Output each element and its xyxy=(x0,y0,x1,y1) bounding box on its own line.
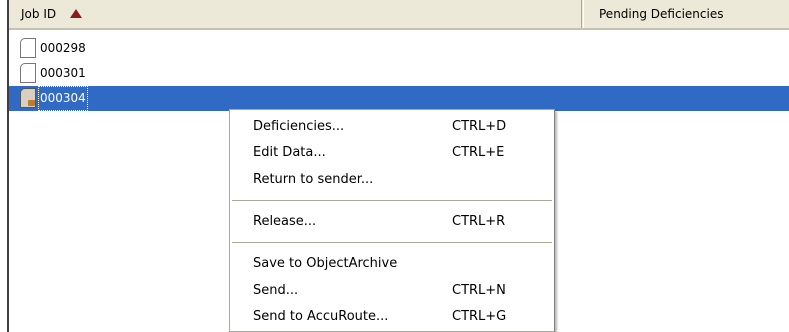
lock-icon xyxy=(28,100,35,106)
menu-item-return-to-sender[interactable]: Return to sender... xyxy=(230,167,554,193)
menu-item-save-to-objectarchive[interactable]: Save to ObjectArchive xyxy=(230,251,554,277)
menu-item-label: Save to ObjectArchive xyxy=(253,256,398,271)
menu-item-release[interactable]: Release... CTRL+R xyxy=(230,209,554,235)
column-header-pending-label: Pending Deficiencies xyxy=(599,7,724,21)
job-rows: 000298 000301 000304 xyxy=(9,36,789,111)
context-menu: Deficiencies... CTRL+D Edit Data... CTRL… xyxy=(229,109,555,332)
menu-item-shortcut: CTRL+G xyxy=(452,309,507,324)
job-id-cell: 000301 xyxy=(40,66,86,80)
menu-item-send[interactable]: Send... CTRL+N xyxy=(230,278,554,304)
table-row-selected[interactable]: 000304 xyxy=(9,86,789,111)
menu-item-shortcut: CTRL+R xyxy=(452,214,506,229)
column-header-pending-deficiencies[interactable]: Pending Deficiencies xyxy=(583,0,789,28)
list-header: Job ID Pending Deficiencies xyxy=(9,0,789,30)
menu-item-label: Send... xyxy=(253,283,299,298)
menu-item-label: Edit Data... xyxy=(253,145,326,160)
sort-ascending-icon xyxy=(69,9,82,18)
menu-item-label: Send to AccuRoute... xyxy=(253,309,389,324)
menu-item-shortcut: CTRL+D xyxy=(452,119,507,134)
table-row[interactable]: 000301 xyxy=(9,61,789,86)
job-id-cell: 000298 xyxy=(40,41,86,55)
column-header-job-id[interactable]: Job ID xyxy=(9,0,582,28)
menu-item-label: Release... xyxy=(253,214,317,229)
column-header-job-id-label: Job ID xyxy=(21,7,57,21)
menu-item-deficiencies[interactable]: Deficiencies... CTRL+D xyxy=(230,114,554,140)
menu-item-shortcut: CTRL+N xyxy=(452,283,506,298)
document-icon xyxy=(20,63,36,83)
menu-item-edit-data[interactable]: Edit Data... CTRL+E xyxy=(230,140,554,166)
menu-item-send-to-accuroute[interactable]: Send to AccuRoute... CTRL+G xyxy=(230,304,554,330)
document-icon xyxy=(20,38,36,58)
table-row[interactable]: 000298 xyxy=(9,36,789,61)
menu-item-label: Deficiencies... xyxy=(253,119,345,134)
menu-separator xyxy=(232,200,552,201)
menu-item-label: Return to sender... xyxy=(253,172,374,187)
menu-separator xyxy=(232,242,552,243)
job-id-cell: 000304 xyxy=(38,86,88,111)
menu-item-shortcut: CTRL+E xyxy=(452,145,505,160)
